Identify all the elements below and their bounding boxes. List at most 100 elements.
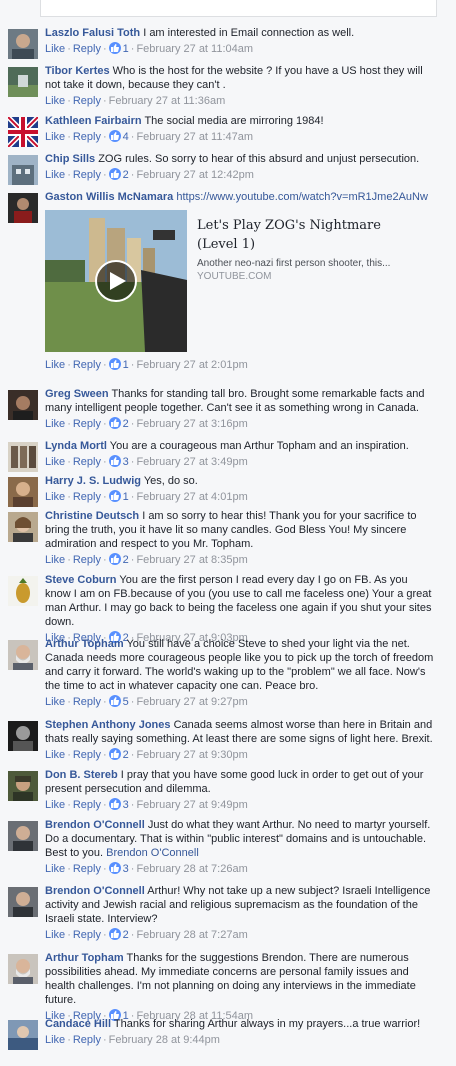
like-link[interactable]: Like xyxy=(45,863,65,875)
reply-link[interactable]: Reply xyxy=(73,929,101,941)
like-link[interactable]: Like xyxy=(45,799,65,811)
avatar[interactable] xyxy=(8,390,38,420)
timestamp[interactable]: February 27 at 11:04am xyxy=(136,43,253,55)
comment-author[interactable]: Brendon O'Connell xyxy=(45,819,145,831)
like-count[interactable]: 2 xyxy=(108,928,129,941)
timestamp[interactable]: February 27 at 9:49pm xyxy=(136,799,247,811)
reply-link[interactable]: Reply xyxy=(73,554,101,566)
link-preview-card[interactable]: Let's Play ZOG's Nightmare (Level 1) Ano… xyxy=(45,210,425,356)
avatar[interactable] xyxy=(8,155,38,185)
timestamp[interactable]: February 27 at 11:47am xyxy=(136,131,253,143)
reply-link[interactable]: Reply xyxy=(73,491,101,503)
like-count[interactable]: 3 xyxy=(108,862,129,875)
avatar[interactable] xyxy=(8,512,38,542)
mention-link[interactable]: Brendon O'Connell xyxy=(106,847,199,859)
like-count[interactable]: 1 xyxy=(108,42,129,55)
timestamp[interactable]: February 28 at 7:26am xyxy=(136,863,247,875)
avatar[interactable] xyxy=(8,29,38,59)
timestamp[interactable]: February 28 at 9:44pm xyxy=(109,1034,220,1046)
like-link[interactable]: Like xyxy=(45,456,65,468)
like-link[interactable]: Like xyxy=(45,169,65,181)
like-link[interactable]: Like xyxy=(45,554,65,566)
timestamp[interactable]: February 27 at 2:01pm xyxy=(136,359,247,371)
comment-author[interactable]: Tibor Kertes xyxy=(45,65,110,77)
link-title[interactable]: Let's Play ZOG's Nightmare (Level 1) xyxy=(197,216,422,254)
timestamp[interactable]: February 28 at 7:27am xyxy=(136,929,247,941)
avatar[interactable] xyxy=(8,193,38,223)
like-count[interactable]: 3 xyxy=(108,798,129,811)
comment-author[interactable]: Laszlo Falusi Toth xyxy=(45,27,140,39)
avatar[interactable] xyxy=(8,887,38,917)
avatar[interactable] xyxy=(8,442,38,472)
like-link[interactable]: Like xyxy=(45,131,65,143)
video-thumbnail[interactable] xyxy=(45,210,187,352)
comment-author[interactable]: Candace Hill xyxy=(45,1018,111,1030)
timestamp[interactable]: February 27 at 11:36am xyxy=(109,95,226,107)
reply-link[interactable]: Reply xyxy=(73,169,101,181)
like-link[interactable]: Like xyxy=(45,95,65,107)
play-icon[interactable] xyxy=(95,260,137,302)
like-count[interactable]: 2 xyxy=(108,748,129,761)
reply-link[interactable]: Reply xyxy=(73,43,101,55)
like-link[interactable]: Like xyxy=(45,43,65,55)
comment-author[interactable]: Brendon O'Connell xyxy=(45,885,145,897)
reply-link[interactable]: Reply xyxy=(73,359,101,371)
like-link[interactable]: Like xyxy=(45,1034,65,1046)
like-count[interactable]: 5 xyxy=(108,695,129,708)
timestamp[interactable]: February 27 at 8:35pm xyxy=(136,554,247,566)
avatar[interactable] xyxy=(8,117,38,147)
like-count[interactable]: 2 xyxy=(108,168,129,181)
comment-link-url[interactable]: https://www.youtube.com/watch?v=mR1Jme2A… xyxy=(176,191,428,203)
separator: · xyxy=(102,1034,107,1046)
comment-author[interactable]: Arthur Topham xyxy=(45,952,124,964)
comment-author[interactable]: Chip Sills xyxy=(45,153,95,165)
timestamp[interactable]: February 27 at 3:49pm xyxy=(136,456,247,468)
like-link[interactable]: Like xyxy=(45,696,65,708)
timestamp[interactable]: February 27 at 3:16pm xyxy=(136,418,247,430)
avatar[interactable] xyxy=(8,477,38,507)
reply-link[interactable]: Reply xyxy=(73,456,101,468)
comment-author[interactable]: Don B. Stereb xyxy=(45,769,118,781)
avatar[interactable] xyxy=(8,1020,38,1050)
reply-link[interactable]: Reply xyxy=(73,863,101,875)
like-link[interactable]: Like xyxy=(45,749,65,761)
reply-link[interactable]: Reply xyxy=(73,418,101,430)
like-count[interactable]: 2 xyxy=(108,417,129,430)
like-link[interactable]: Like xyxy=(45,929,65,941)
avatar[interactable] xyxy=(8,821,38,851)
like-count[interactable]: 2 xyxy=(108,553,129,566)
avatar[interactable] xyxy=(8,771,38,801)
comment-author[interactable]: Harry J. S. Ludwig xyxy=(45,475,141,487)
like-link[interactable]: Like xyxy=(45,359,65,371)
timestamp[interactable]: February 27 at 9:30pm xyxy=(136,749,247,761)
avatar[interactable] xyxy=(8,721,38,751)
comment-author[interactable]: Steve Coburn xyxy=(45,574,117,586)
avatar[interactable] xyxy=(8,576,38,606)
comment-author[interactable]: Greg Sween xyxy=(45,388,109,400)
timestamp[interactable]: February 27 at 4:01pm xyxy=(136,491,247,503)
comment-author[interactable]: Stephen Anthony Jones xyxy=(45,719,171,731)
reply-link[interactable]: Reply xyxy=(73,799,101,811)
avatar[interactable] xyxy=(8,67,38,97)
reply-link[interactable]: Reply xyxy=(73,696,101,708)
like-link[interactable]: Like xyxy=(45,491,65,503)
reply-link[interactable]: Reply xyxy=(73,749,101,761)
comment-author[interactable]: Lynda Mortl xyxy=(45,440,107,452)
timestamp[interactable]: February 27 at 12:42pm xyxy=(136,169,253,181)
comment-author[interactable]: Christine Deutsch xyxy=(45,510,139,522)
avatar[interactable] xyxy=(8,954,38,984)
timestamp[interactable]: February 27 at 9:27pm xyxy=(136,696,247,708)
like-link[interactable]: Like xyxy=(45,418,65,430)
reply-link[interactable]: Reply xyxy=(73,131,101,143)
like-count[interactable]: 4 xyxy=(108,130,129,143)
comment-author[interactable]: Arthur Topham xyxy=(45,638,124,650)
separator: · xyxy=(102,95,107,107)
avatar[interactable] xyxy=(8,640,38,670)
like-count[interactable]: 1 xyxy=(108,490,129,503)
reply-link[interactable]: Reply xyxy=(73,95,101,107)
like-count[interactable]: 1 xyxy=(108,358,129,371)
reply-link[interactable]: Reply xyxy=(73,1034,101,1046)
comment-author[interactable]: Gaston Willis McNamara xyxy=(45,191,173,203)
comment-author[interactable]: Kathleen Fairbairn xyxy=(45,115,142,127)
like-count[interactable]: 3 xyxy=(108,455,129,468)
